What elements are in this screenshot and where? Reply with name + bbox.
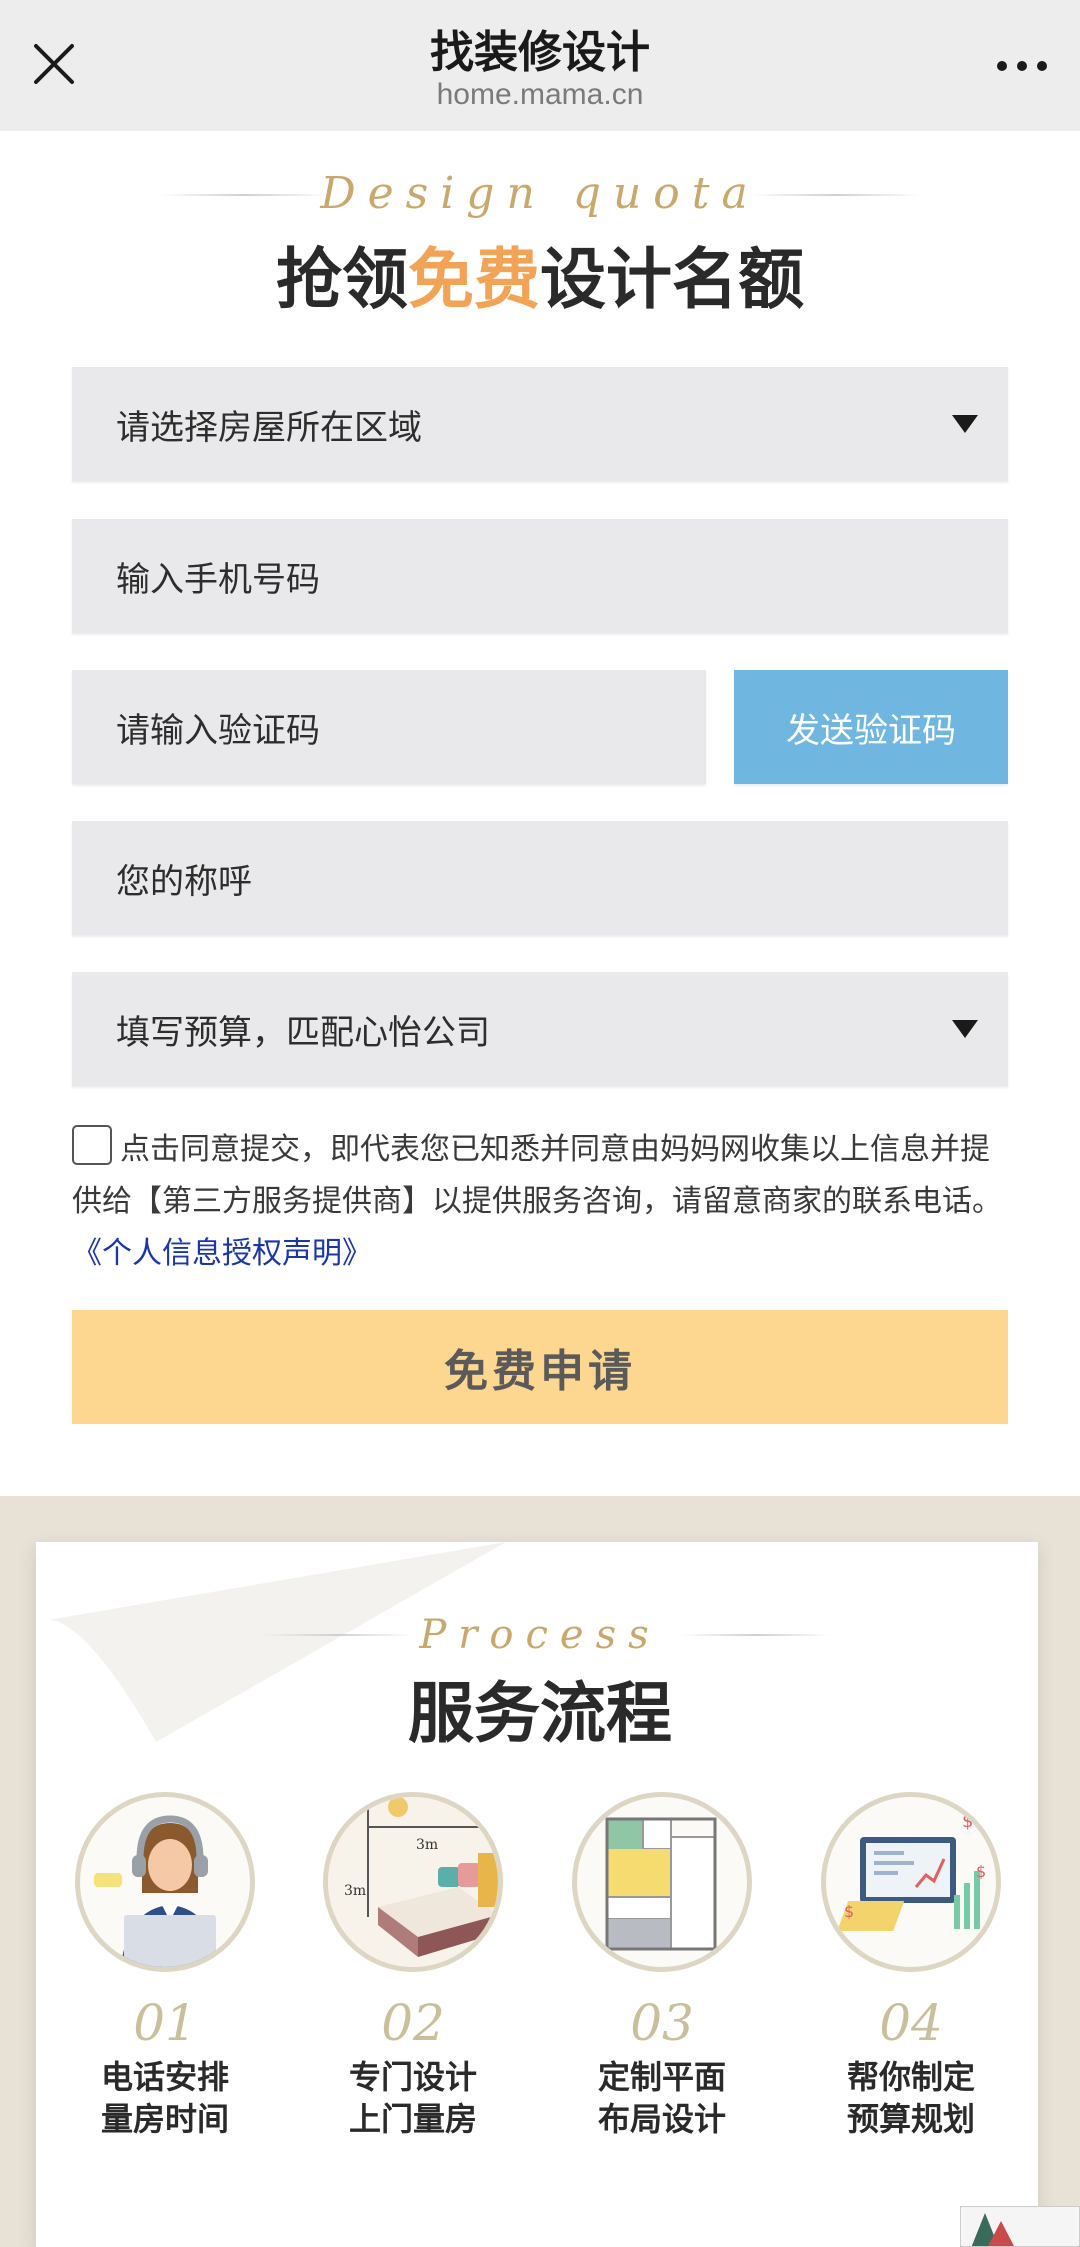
- floor-plan-icon: [572, 1792, 752, 1972]
- customer-service-icon: [75, 1792, 255, 1972]
- step-line: 布局设计: [597, 2100, 726, 2138]
- process-heading: 服务流程: [408, 1675, 672, 1752]
- verification-code-input[interactable]: 请输入验证码: [72, 670, 706, 784]
- dropdown-arrow-icon: [952, 415, 978, 433]
- step-line: 预算规划: [846, 2100, 975, 2138]
- measure-label: 3m: [344, 1883, 366, 1899]
- currency-symbol: $: [844, 1902, 854, 1921]
- heading-accent: 免费: [408, 241, 540, 318]
- floating-thumbnail[interactable]: [960, 2206, 1080, 2247]
- step-text: 专门设计 上门量房: [318, 2056, 508, 2140]
- code-input-placeholder: 请输入验证码: [116, 710, 320, 751]
- room-measure-icon: 3m 3m: [323, 1792, 503, 1972]
- consent-checkbox[interactable]: [72, 1125, 112, 1165]
- step-line: 帮你制定: [846, 2058, 975, 2096]
- process-script-subtitle: Process: [419, 1612, 661, 1658]
- page-url: home.mama.cn: [436, 78, 644, 111]
- region-select-label: 请选择房屋所在区域: [116, 407, 422, 448]
- budget-chart-icon: $ $ $: [821, 1792, 1001, 1972]
- process-step-3: 03 定制平面 布局设计: [567, 1792, 757, 2140]
- consent-block: 点击同意提交，即代表您已知悉并同意由妈妈网收集以上信息并提供给【第三方服务提供商…: [72, 1124, 1008, 1280]
- step-line: 上门量房: [348, 2100, 477, 2138]
- currency-symbol: $: [962, 1811, 973, 1832]
- step-line: 量房时间: [100, 2100, 229, 2138]
- page-title: 找装修设计: [430, 27, 650, 78]
- step-line: 电话安排: [100, 2058, 229, 2096]
- region-select[interactable]: 请选择房屋所在区域: [72, 367, 1008, 481]
- name-input-placeholder: 您的称呼: [116, 861, 252, 902]
- name-input[interactable]: 您的称呼: [72, 821, 1008, 935]
- step-number: 02: [381, 1994, 445, 2052]
- heading-part: 抢领: [276, 241, 408, 318]
- process-step-4: $ $ $ 04 帮你制定 预算规划: [816, 1792, 1006, 2140]
- more-options-icon[interactable]: [994, 52, 1050, 80]
- script-subtitle: Design quota: [320, 168, 760, 219]
- submit-button[interactable]: 免费申请: [72, 1310, 1008, 1424]
- step-line: 专门设计: [348, 2058, 477, 2096]
- phone-input-placeholder: 输入手机号码: [116, 559, 320, 600]
- phone-input[interactable]: 输入手机号码: [72, 519, 1008, 633]
- measure-label: 3m: [416, 1837, 438, 1853]
- step-text: 帮你制定 预算规划: [816, 2056, 1006, 2140]
- budget-select[interactable]: 填写预算，匹配心怡公司: [72, 972, 1008, 1086]
- step-text: 电话安排 量房时间: [70, 2056, 260, 2140]
- step-number: 04: [879, 1994, 943, 2052]
- process-step-2: 3m 3m 02 专门设计 上门量房: [318, 1792, 508, 2140]
- consent-text: 点击同意提交，即代表您已知悉并同意由妈妈网收集以上信息并提供给【第三方服务提供商…: [72, 1132, 1002, 1219]
- step-number: 01: [133, 1994, 197, 2052]
- step-number: 03: [630, 1994, 694, 2052]
- top-bar: 找装修设计 home.mama.cn: [0, 0, 1080, 131]
- privacy-statement-link[interactable]: 《个人信息授权声明》: [72, 1236, 372, 1271]
- currency-symbol: $: [976, 1862, 986, 1881]
- send-code-button[interactable]: 发送验证码: [734, 670, 1008, 784]
- process-step-1: 01 电话安排 量房时间: [70, 1792, 260, 2140]
- budget-select-label: 填写预算，匹配心怡公司: [116, 1012, 490, 1053]
- step-line: 定制平面: [597, 2058, 726, 2096]
- main-heading: 抢领免费设计名额: [0, 226, 1080, 322]
- heading-part: 设计名额: [540, 241, 804, 318]
- dropdown-arrow-icon: [952, 1020, 978, 1038]
- step-text: 定制平面 布局设计: [567, 2056, 757, 2140]
